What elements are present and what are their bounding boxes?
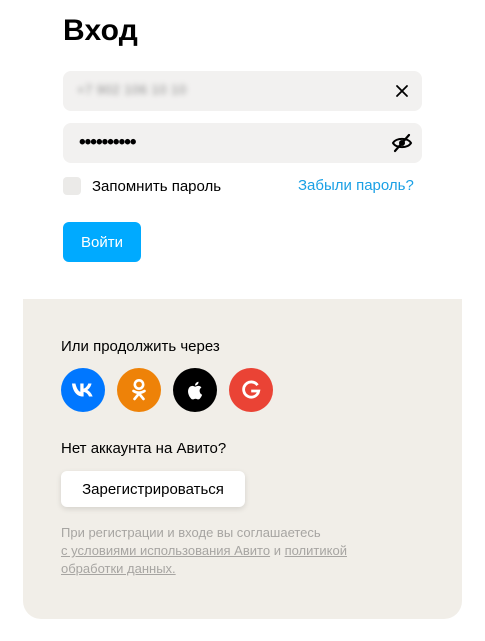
- forgot-password-link[interactable]: Забыли пароль?: [298, 177, 414, 194]
- ok-icon: [132, 379, 146, 401]
- register-button[interactable]: Зарегистрироваться: [61, 471, 245, 507]
- apple-icon: [188, 381, 203, 400]
- social-login-buttons: [61, 368, 273, 412]
- google-login-button[interactable]: [229, 368, 273, 412]
- clear-icon[interactable]: [394, 83, 410, 99]
- page-title: Вход: [63, 14, 138, 47]
- terms-text: При регистрации и входе вы соглашаетесь …: [61, 524, 391, 578]
- alternative-login-panel: Или продолжить через Нет аккаунта на Ави: [23, 299, 462, 619]
- terms-and: и: [273, 543, 281, 558]
- password-value: ••••••••••: [79, 132, 137, 153]
- remember-checkbox[interactable]: [63, 177, 81, 195]
- phone-input[interactable]: +7 902 106 10 10: [63, 71, 422, 111]
- ok-login-button[interactable]: [117, 368, 161, 412]
- terms-text-start: При регистрации и входе вы соглашаетесь: [61, 525, 321, 540]
- no-account-label: Нет аккаунта на Авито?: [61, 440, 227, 457]
- phone-value: +7 902 106 10 10: [77, 82, 187, 97]
- remember-label: Запомнить пароль: [92, 177, 222, 195]
- remember-password[interactable]: Запомнить пароль: [63, 176, 221, 196]
- terms-of-use-link[interactable]: с условиями использования Авито: [61, 543, 270, 558]
- vk-icon: [72, 383, 93, 397]
- login-button[interactable]: Войти: [63, 222, 141, 262]
- password-input[interactable]: ••••••••••: [63, 123, 422, 163]
- continue-with-label: Или продолжить через: [61, 338, 220, 355]
- eye-off-icon[interactable]: [391, 133, 413, 153]
- apple-login-button[interactable]: [173, 368, 217, 412]
- vk-login-button[interactable]: [61, 368, 105, 412]
- google-icon: [242, 380, 261, 399]
